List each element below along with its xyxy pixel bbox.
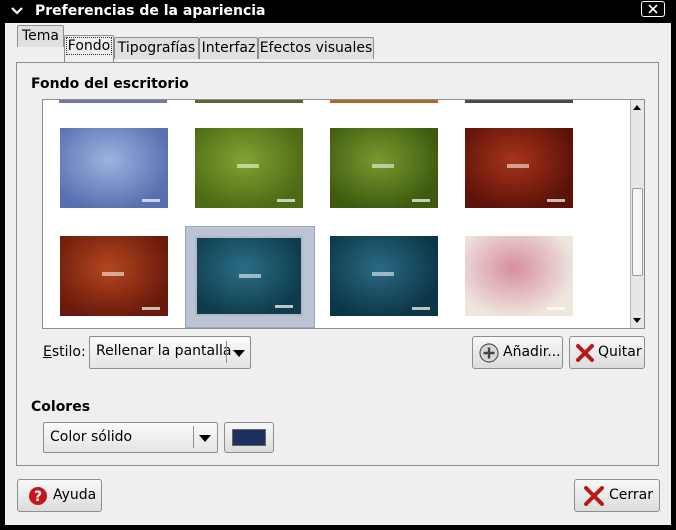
help-button[interactable]: ? Ayuda xyxy=(17,479,102,512)
wallpaper-gallery[interactable] xyxy=(42,99,645,329)
tab-label: Tema xyxy=(21,28,59,44)
color-mode-dropdown[interactable]: Color sólido xyxy=(43,422,218,453)
scroll-down-arrow-icon[interactable] xyxy=(633,318,641,323)
remove-wallpaper-label: Quitar xyxy=(598,344,642,360)
dialog-body: Tema Fondo Tipografías Interfaz Efectos … xyxy=(5,23,671,525)
wallpaper-logo xyxy=(277,199,295,202)
wallpaper-thumbnail[interactable] xyxy=(465,236,573,316)
wallpaper-logo xyxy=(142,199,160,202)
wallpaper-thumbnail[interactable] xyxy=(60,236,168,316)
wallpaper-logo xyxy=(142,307,160,310)
close-button[interactable]: Cerrar xyxy=(574,479,660,512)
chevron-down-icon xyxy=(233,350,245,357)
partial-thumbnail xyxy=(330,100,438,103)
tab-interfaz[interactable]: Interfaz xyxy=(199,37,258,59)
wallpaper-text-mark xyxy=(507,164,529,168)
tab-label: Interfaz xyxy=(201,40,256,56)
scrollbar-thumb[interactable] xyxy=(632,188,643,276)
add-wallpaper-label: Añadir... xyxy=(503,344,561,360)
add-icon xyxy=(479,343,499,363)
tab-label: Tipografías xyxy=(117,40,196,56)
gallery-vertical-scrollbar[interactable] xyxy=(630,100,644,328)
wallpaper-text-mark xyxy=(102,272,124,276)
remove-wallpaper-button[interactable]: Quitar xyxy=(569,336,645,369)
add-wallpaper-button[interactable]: Añadir... xyxy=(472,336,563,369)
colors-heading: Colores xyxy=(31,399,91,415)
appearance-preferences-window: Preferencias de la apariencia Tema Fondo… xyxy=(0,0,676,530)
wallpaper-logo xyxy=(547,307,565,310)
tab-tipografias[interactable]: Tipografías xyxy=(114,37,199,59)
wallpaper-text-mark xyxy=(237,164,259,168)
style-dropdown[interactable]: Rellenar la pantalla xyxy=(89,336,251,369)
close-x-icon xyxy=(584,486,604,506)
dropdown-separator xyxy=(226,341,227,363)
style-label: Estilo: xyxy=(43,344,86,360)
color-mode-value: Color sólido xyxy=(50,429,133,445)
wallpaper-text-mark xyxy=(372,164,394,168)
partial-thumbnail xyxy=(195,100,303,103)
tab-tema[interactable]: Tema xyxy=(17,25,64,47)
wallpaper-thumbnail[interactable] xyxy=(60,128,168,208)
svg-text:?: ? xyxy=(34,489,42,505)
wallpaper-logo xyxy=(412,307,430,310)
wallpaper-thumbnail[interactable] xyxy=(330,128,438,208)
partial-thumbnail xyxy=(465,100,573,103)
window-title: Preferencias de la apariencia xyxy=(35,3,266,19)
chevron-down-icon xyxy=(199,435,211,442)
tab-fondo[interactable]: Fondo xyxy=(64,35,114,62)
window-menu-chevron-icon[interactable] xyxy=(10,4,24,18)
wallpaper-logo xyxy=(412,199,430,202)
tab-label: Fondo xyxy=(65,37,113,55)
color-picker-button[interactable] xyxy=(224,422,274,453)
style-dropdown-value: Rellenar la pantalla xyxy=(96,343,232,359)
partial-thumbnail xyxy=(59,100,167,103)
tab-label: Efectos visuales xyxy=(259,40,373,56)
style-label-rest: stilo: xyxy=(51,344,86,360)
window-close-button[interactable] xyxy=(641,1,665,17)
wallpaper-thumbnail[interactable] xyxy=(330,236,438,316)
help-label: Ayuda xyxy=(53,487,97,503)
wallpaper-thumbnail-selected[interactable] xyxy=(195,236,303,316)
wallpaper-text-mark xyxy=(239,274,261,278)
tab-efectos-visuales[interactable]: Efectos visuales xyxy=(258,37,374,59)
wallpaper-thumbnail[interactable] xyxy=(465,128,573,208)
title-bar: Preferencias de la apariencia xyxy=(0,0,676,22)
dropdown-separator xyxy=(193,426,194,448)
desktop-background-heading: Fondo del escritorio xyxy=(31,76,189,92)
close-icon xyxy=(648,4,658,14)
wallpaper-logo xyxy=(275,305,293,308)
wallpaper-text-mark xyxy=(372,272,394,276)
help-icon: ? xyxy=(29,487,47,505)
color-swatch xyxy=(232,429,266,446)
remove-x-icon xyxy=(576,344,594,362)
wallpaper-logo xyxy=(547,199,565,202)
scroll-up-arrow-icon[interactable] xyxy=(633,105,641,110)
wallpaper-thumbnail[interactable] xyxy=(195,128,303,208)
close-label: Cerrar xyxy=(609,487,653,503)
